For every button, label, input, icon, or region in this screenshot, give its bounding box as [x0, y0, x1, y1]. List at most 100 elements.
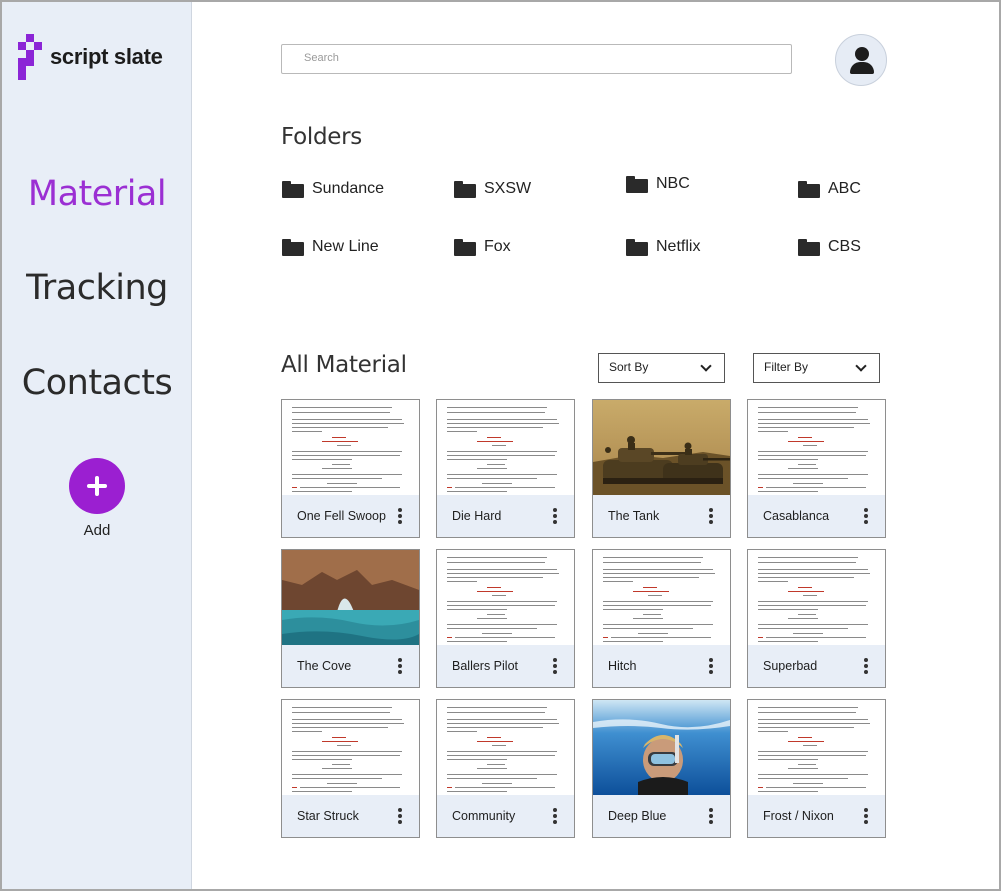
folder-label: ABC — [828, 180, 861, 197]
script-page-thumbnail — [437, 700, 574, 795]
material-card[interactable]: Star Struck — [281, 699, 420, 838]
more-options-icon[interactable] — [553, 508, 557, 524]
folder-label: Sundance — [312, 180, 385, 197]
material-card[interactable]: One Fell Swoop — [281, 399, 420, 538]
folder-item[interactable]: CBS — [798, 238, 861, 256]
card-thumbnail — [282, 700, 419, 795]
card-title: One Fell Swoop — [297, 509, 386, 523]
card-thumbnail — [748, 550, 885, 645]
script-page-thumbnail — [282, 400, 419, 495]
more-options-icon[interactable] — [553, 658, 557, 674]
more-options-icon[interactable] — [864, 658, 868, 674]
user-icon — [855, 47, 869, 61]
logo-icon — [18, 34, 42, 80]
folder-item[interactable]: New Line — [282, 238, 379, 256]
card-footer: Deep Blue — [593, 795, 730, 837]
card-thumbnail — [593, 550, 730, 645]
more-options-icon[interactable] — [709, 508, 713, 524]
script-page-thumbnail — [282, 700, 419, 795]
folder-label: NBC — [656, 175, 690, 192]
chevron-down-icon — [700, 360, 712, 372]
folder-label: Fox — [484, 238, 511, 255]
more-options-icon[interactable] — [398, 808, 402, 824]
folder-icon — [626, 175, 648, 193]
chevron-down-icon — [855, 360, 867, 372]
folder-item[interactable]: Netflix — [626, 238, 700, 256]
material-card[interactable]: Ballers Pilot — [436, 549, 575, 688]
card-title: Casablanca — [763, 509, 830, 523]
folders-title: Folders — [281, 124, 362, 150]
script-page-thumbnail — [593, 550, 730, 645]
card-thumbnail — [282, 400, 419, 495]
filter-by-label: Filter By — [764, 360, 809, 374]
avatar[interactable] — [835, 34, 887, 86]
card-footer: Casablanca — [748, 495, 885, 537]
more-options-icon[interactable] — [864, 808, 868, 824]
cove-photo — [282, 550, 419, 645]
material-card[interactable]: Community — [436, 699, 575, 838]
material-card[interactable]: Casablanca — [747, 399, 886, 538]
card-thumbnail — [437, 400, 574, 495]
folder-icon — [798, 238, 820, 256]
card-title: Community — [452, 809, 516, 823]
sort-by-dropdown[interactable]: Sort By — [598, 353, 725, 383]
more-options-icon[interactable] — [398, 508, 402, 524]
more-options-icon[interactable] — [553, 808, 557, 824]
script-page-thumbnail — [748, 400, 885, 495]
card-title: Frost / Nixon — [763, 809, 834, 823]
more-options-icon[interactable] — [709, 808, 713, 824]
script-page-thumbnail — [437, 550, 574, 645]
folder-label: CBS — [828, 238, 861, 255]
more-options-icon[interactable] — [398, 658, 402, 674]
card-title: Star Struck — [297, 809, 359, 823]
material-card[interactable]: The Cove — [281, 549, 420, 688]
folder-item[interactable]: SXSW — [454, 180, 531, 198]
card-footer: Frost / Nixon — [748, 795, 885, 837]
material-card[interactable]: The Tank — [592, 399, 731, 538]
folder-icon — [626, 238, 648, 256]
card-title: Hitch — [608, 659, 637, 673]
app-logo[interactable]: script slate — [18, 34, 163, 80]
more-options-icon[interactable] — [864, 508, 868, 524]
search-input[interactable]: Search — [281, 44, 792, 74]
nav-tracking[interactable]: Tracking — [2, 268, 192, 308]
nav-material[interactable]: Material — [2, 174, 192, 214]
folder-icon — [282, 238, 304, 256]
nav-contacts[interactable]: Contacts — [2, 363, 192, 403]
folder-icon — [454, 238, 476, 256]
sidebar: script slate Material Tracking Contacts … — [2, 2, 192, 889]
card-footer: Superbad — [748, 645, 885, 687]
folder-label: SXSW — [484, 180, 532, 197]
diver-photo — [593, 700, 730, 795]
folder-item[interactable]: ABC — [798, 180, 861, 198]
card-footer: The Cove — [282, 645, 419, 687]
more-options-icon[interactable] — [709, 658, 713, 674]
material-card[interactable]: Superbad — [747, 549, 886, 688]
folder-item[interactable]: Sundance — [282, 180, 384, 198]
all-material-title: All Material — [281, 352, 407, 378]
sort-by-label: Sort By — [609, 360, 649, 374]
folder-item[interactable]: NBC — [626, 175, 690, 193]
material-card[interactable]: Hitch — [592, 549, 731, 688]
add-button[interactable] — [69, 458, 125, 514]
card-title: The Tank — [608, 509, 660, 523]
material-card[interactable]: Deep Blue — [592, 699, 731, 838]
folder-icon — [282, 180, 304, 198]
card-footer: One Fell Swoop — [282, 495, 419, 537]
add-label: Add — [83, 522, 111, 539]
material-card[interactable]: Frost / Nixon — [747, 699, 886, 838]
material-card[interactable]: Die Hard — [436, 399, 575, 538]
user-icon-body — [850, 62, 874, 74]
folder-label: Netflix — [656, 238, 701, 255]
filter-by-dropdown[interactable]: Filter By — [753, 353, 880, 383]
card-thumbnail — [593, 700, 730, 795]
card-footer: Hitch — [593, 645, 730, 687]
card-title: Ballers Pilot — [452, 659, 518, 673]
folder-item[interactable]: Fox — [454, 238, 511, 256]
card-footer: Community — [437, 795, 574, 837]
card-title: Die Hard — [452, 509, 502, 523]
card-thumbnail — [748, 400, 885, 495]
card-title: Deep Blue — [608, 809, 667, 823]
card-thumbnail — [593, 400, 730, 495]
script-page-thumbnail — [748, 550, 885, 645]
